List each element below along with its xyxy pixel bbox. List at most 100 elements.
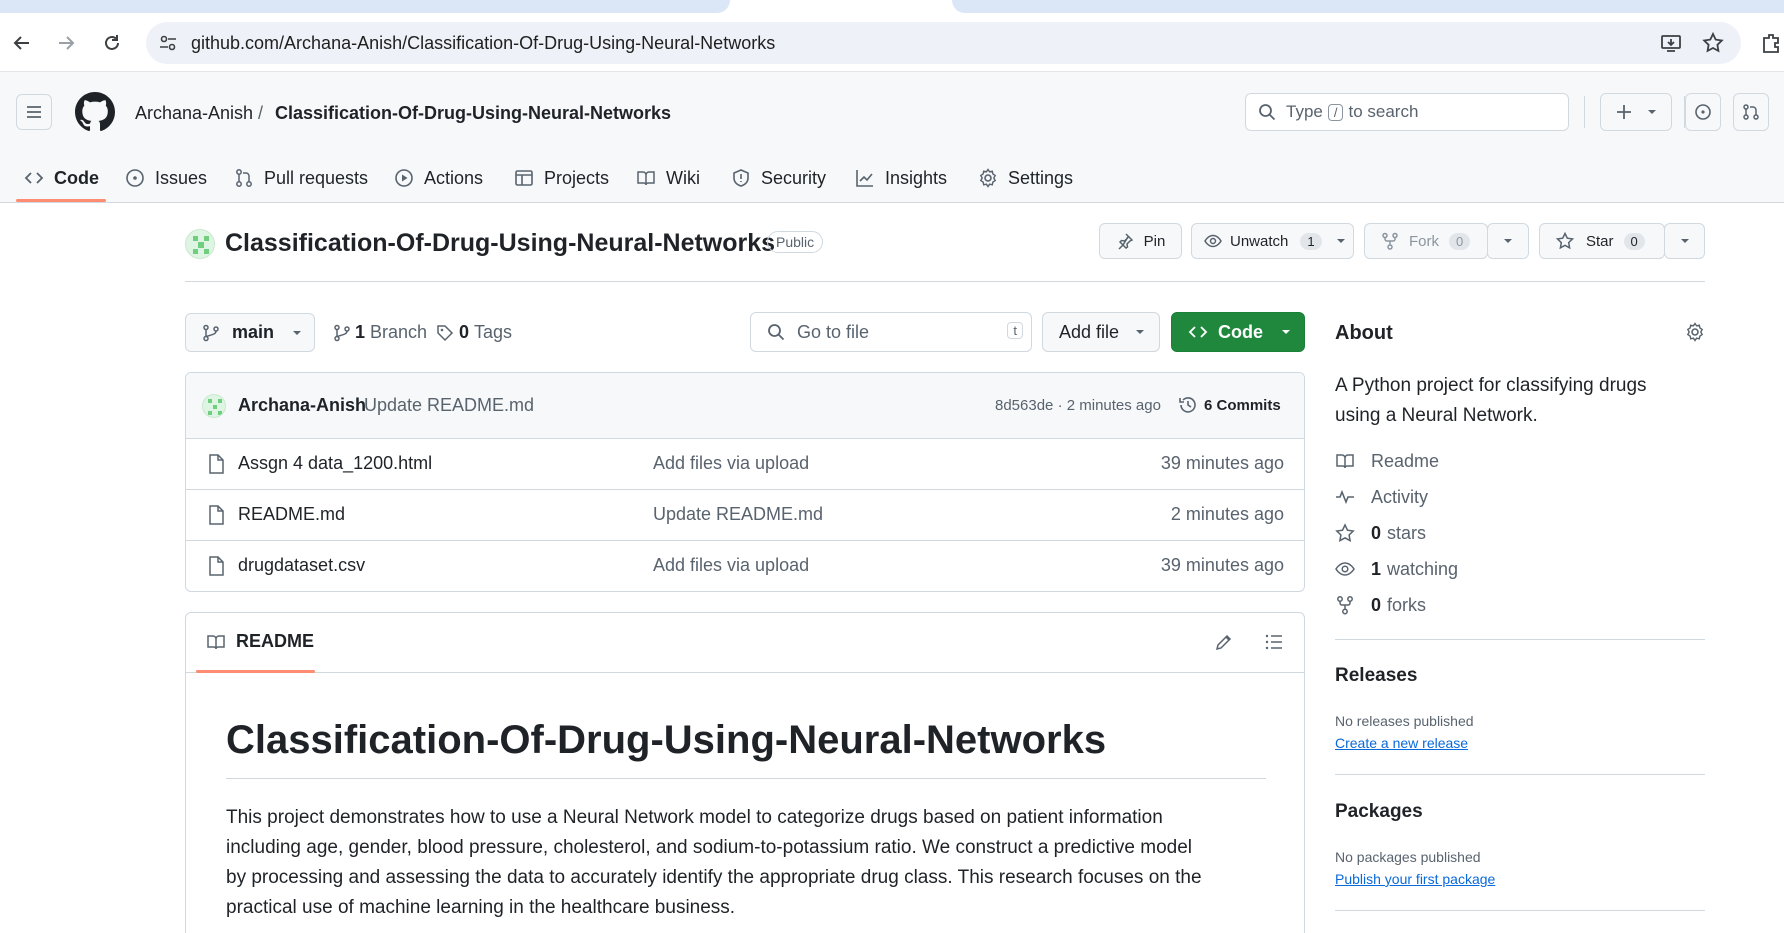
activity-link-label: Activity <box>1371 486 1429 507</box>
book-icon <box>637 171 655 186</box>
outline-button[interactable] <box>1264 632 1284 652</box>
tab-issues[interactable]: Issues <box>125 160 207 196</box>
commit-author-avatar[interactable] <box>202 394 226 418</box>
table-row: README.md Update README.md 2 minutes ago <box>186 490 1304 541</box>
fork-dropdown-button[interactable] <box>1487 223 1529 259</box>
readme-link[interactable]: Readme <box>1335 449 1439 473</box>
readme-heading: Classification-Of-Drug-Using-Neural-Netw… <box>226 718 1107 762</box>
identicon-icon <box>193 236 209 254</box>
watch-counter: 1 <box>1300 232 1322 250</box>
create-release-link[interactable]: Create a new release <box>1335 735 1468 751</box>
forward-button[interactable] <box>48 25 84 61</box>
file-commit-message[interactable]: Update README.md <box>653 504 823 525</box>
watching-link[interactable]: 1 watching <box>1335 557 1458 581</box>
star-button[interactable]: Star 0 <box>1539 223 1665 259</box>
commit-author[interactable]: Archana-Anish <box>238 395 366 416</box>
stars-count: 0 <box>1371 522 1382 543</box>
file-name[interactable]: Assgn 4 data_1200.html <box>238 453 432 474</box>
extensions-icon[interactable] <box>1760 31 1784 55</box>
tab-wiki[interactable]: Wiki <box>636 160 700 196</box>
search-placeholder-suffix: to search <box>1348 102 1419 121</box>
breadcrumb-separator: / <box>258 103 264 123</box>
tab-insights[interactable]: Insights <box>855 160 947 196</box>
book-icon <box>207 634 225 649</box>
fork-label: Fork <box>1409 232 1439 250</box>
add-file-button[interactable]: Add file <box>1042 312 1160 352</box>
sidebar-divider <box>1335 774 1705 775</box>
publish-package-link[interactable]: Publish your first package <box>1335 871 1495 887</box>
breadcrumb-repo[interactable]: Classification-Of-Drug-Using-Neural-Netw… <box>275 103 671 124</box>
tab-actions[interactable]: Actions <box>394 160 483 196</box>
file-commit-message[interactable]: Add files via upload <box>653 453 809 474</box>
tab-security[interactable]: Security <box>731 160 826 196</box>
install-app-icon[interactable] <box>1659 31 1683 55</box>
file-commit-time: 2 minutes ago <box>1170 504 1284 524</box>
edit-readme-button[interactable] <box>1214 632 1234 652</box>
site-settings-icon[interactable] <box>158 33 178 53</box>
commits-link[interactable]: 6 Commits <box>1178 395 1281 415</box>
code-dropdown-button[interactable]: Code <box>1171 312 1305 352</box>
star-icon <box>1556 232 1574 250</box>
github-logo[interactable] <box>75 92 115 132</box>
menu-button[interactable] <box>16 94 52 130</box>
pull-request-icon <box>1743 104 1759 120</box>
branch-select[interactable]: main <box>185 313 315 352</box>
search-icon <box>768 324 785 341</box>
plus-icon <box>1617 105 1631 119</box>
tab-settings[interactable]: Settings <box>978 160 1073 196</box>
pulse-icon <box>1336 489 1354 505</box>
edit-about-button[interactable] <box>1685 322 1705 342</box>
code-icon <box>1188 326 1208 338</box>
arrow-left-icon <box>13 36 29 50</box>
create-new-button[interactable] <box>1600 93 1672 131</box>
commit-message[interactable]: Update README.md <box>364 395 534 416</box>
heading-divider <box>226 778 1266 779</box>
search-input[interactable]: Type / to search <box>1245 93 1569 131</box>
go-to-file-shortcut: t <box>1007 322 1023 339</box>
tab-label: Code <box>54 167 99 188</box>
releases-title[interactable]: Releases <box>1335 665 1417 687</box>
tab-code[interactable]: Code <box>24 160 99 196</box>
file-commit-message[interactable]: Add files via upload <box>653 555 809 576</box>
pin-button[interactable]: Pin <box>1099 223 1182 259</box>
identicon-icon <box>208 399 222 415</box>
owner-avatar[interactable] <box>185 229 215 259</box>
browser-tab[interactable] <box>952 0 1784 13</box>
unwatch-button[interactable]: Unwatch 1 <box>1191 223 1354 259</box>
file-name[interactable]: README.md <box>238 504 345 525</box>
fork-button[interactable]: Fork 0 <box>1364 223 1488 259</box>
visibility-badge: Public <box>767 231 824 253</box>
star-dropdown-button[interactable] <box>1664 223 1705 259</box>
stars-link[interactable]: 0 stars <box>1335 521 1426 545</box>
browser-tab[interactable] <box>0 0 730 13</box>
url-text[interactable]: github.com/Archana-Anish/Classification-… <box>191 33 775 54</box>
repo-header-divider <box>185 281 1705 282</box>
file-icon <box>207 454 225 474</box>
paragraph-line: practical use of machine learning in the… <box>226 897 736 918</box>
bookmark-star-icon[interactable] <box>1701 31 1725 55</box>
pin-icon <box>1118 233 1133 250</box>
unwatch-label: Unwatch <box>1230 232 1289 250</box>
issues-shortcut-button[interactable] <box>1685 93 1721 131</box>
reload-button[interactable] <box>94 25 130 61</box>
tab-projects[interactable]: Projects <box>514 160 609 196</box>
go-to-file-input[interactable]: Go to file t <box>750 312 1032 352</box>
readme-tab[interactable]: README <box>206 631 314 652</box>
tab-pull-requests[interactable]: Pull requests <box>234 160 368 196</box>
readme-panel: README Classification-Of-Drug-Using-Neur… <box>185 612 1305 933</box>
tags-link[interactable]: 0 Tags <box>436 322 512 343</box>
breadcrumb-owner[interactable]: Archana-Anish <box>135 103 253 124</box>
file-commit-time: 39 minutes ago <box>1160 453 1284 473</box>
pull-requests-shortcut-button[interactable] <box>1733 93 1769 131</box>
commit-hash-time[interactable]: 8d563de · 2 minutes ago <box>995 397 1161 414</box>
branch-icon <box>203 324 219 341</box>
back-button[interactable] <box>4 25 40 61</box>
branches-link[interactable]: 1 Branch <box>333 322 427 343</box>
repo-title[interactable]: Classification-Of-Drug-Using-Neural-Netw… <box>225 229 775 258</box>
address-bar[interactable]: github.com/Archana-Anish/Classification-… <box>146 22 1741 64</box>
packages-title[interactable]: Packages <box>1335 801 1423 823</box>
forks-link[interactable]: 0 forks <box>1335 593 1426 617</box>
activity-link[interactable]: Activity <box>1335 485 1428 509</box>
watching-count: 1 <box>1371 558 1382 579</box>
file-name[interactable]: drugdataset.csv <box>238 555 365 576</box>
